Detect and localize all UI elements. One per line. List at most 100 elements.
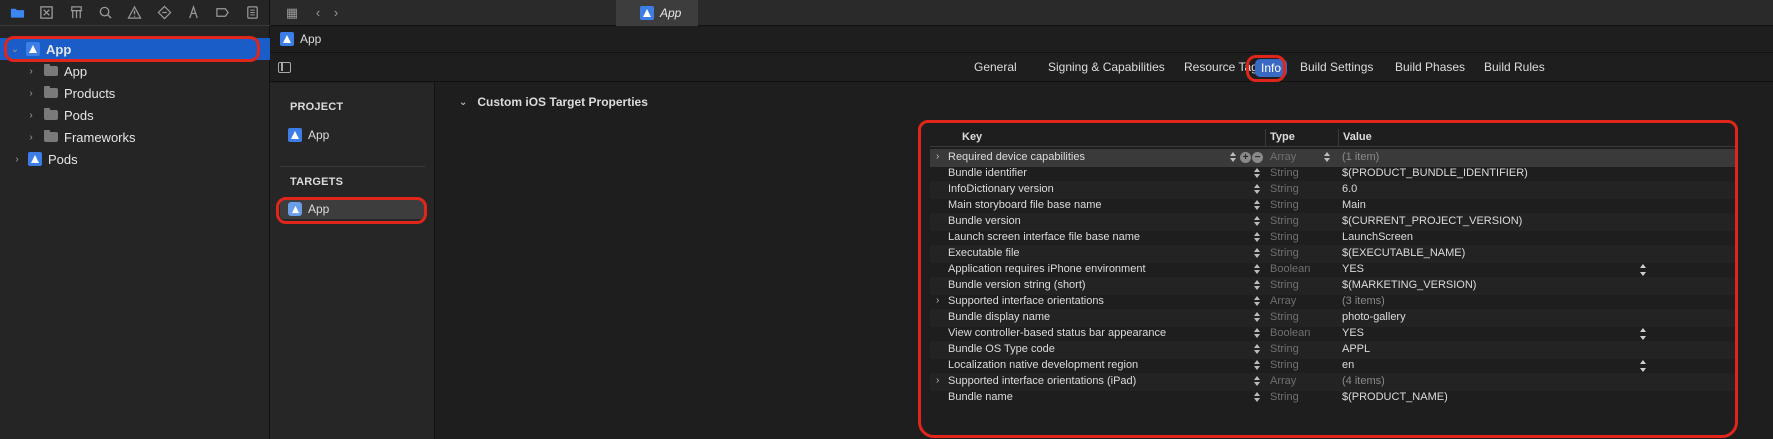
chevron-right-icon[interactable]: › [26,88,36,99]
folder-icon[interactable] [6,3,29,23]
key-popup-stepper-icon[interactable] [1253,215,1261,227]
section-custom-ios-target-properties[interactable]: ⌄ Custom iOS Target Properties [459,95,648,109]
row-key[interactable]: Localization native development region [948,359,1138,371]
column-header-type[interactable]: Type [1270,131,1295,143]
row-value[interactable]: APPL [1342,343,1370,355]
chevron-right-icon[interactable]: › [26,66,36,77]
row-key[interactable]: InfoDictionary version [948,183,1054,195]
row-type[interactable]: Array [1270,295,1296,307]
tree-item-pods-folder[interactable]: › Pods [0,104,270,126]
breadcrumb[interactable]: App [270,26,1773,53]
tree-item-frameworks-folder[interactable]: › Frameworks [0,126,270,148]
row-value[interactable]: $(PRODUCT_NAME) [1342,391,1448,403]
key-popup-stepper-icon[interactable] [1253,295,1261,307]
key-popup-stepper-icon[interactable] [1253,183,1261,195]
row-type[interactable]: String [1270,199,1299,211]
tab-resource-tags[interactable]: Resource Tags [1184,60,1264,76]
key-popup-stepper-icon[interactable] [1253,311,1261,323]
row-value[interactable]: YES [1342,327,1364,339]
row-key[interactable]: Application requires iPhone environment [948,263,1146,275]
tab-build-settings[interactable]: Build Settings [1300,60,1373,76]
tab-info[interactable]: Info [1255,59,1288,77]
row-type[interactable]: Boolean [1270,327,1310,339]
tab-signing-capabilities[interactable]: Signing & Capabilities [1048,60,1165,76]
debug-icon[interactable] [182,3,205,23]
key-popup-stepper-icon[interactable] [1253,167,1261,179]
row-key[interactable]: Bundle identifier [948,167,1027,179]
tree-item-products-folder[interactable]: › Products [0,82,270,104]
warning-icon[interactable] [123,3,146,23]
column-header-key[interactable]: Key [962,131,982,143]
grid-icon[interactable]: ▦ [284,5,300,21]
project-item-app[interactable]: App [280,125,425,145]
key-popup-stepper-icon[interactable] [1229,151,1237,163]
source-control-icon[interactable] [35,3,58,23]
column-divider[interactable] [1265,129,1266,147]
row-type[interactable]: String [1270,183,1299,195]
row-key[interactable]: Bundle version string (short) [948,279,1086,291]
chevron-down-icon[interactable]: ⌄ [10,44,20,55]
row-type[interactable]: String [1270,391,1299,403]
row-key[interactable]: Supported interface orientations (iPad) [948,375,1136,387]
tree-item-app-project[interactable]: ⌄ App [0,38,270,60]
row-key[interactable]: Supported interface orientations [948,295,1104,307]
key-popup-stepper-icon[interactable] [1253,279,1261,291]
row-type[interactable]: String [1270,343,1299,355]
key-popup-stepper-icon[interactable] [1253,199,1261,211]
column-header-value[interactable]: Value [1343,131,1372,143]
sidebar-toggle-icon[interactable] [278,62,291,73]
chevron-right-icon[interactable]: › [936,295,939,306]
chevron-right-icon[interactable]: › [26,132,36,143]
row-key[interactable]: Required device capabilities [948,151,1085,163]
tab-build-phases[interactable]: Build Phases [1395,60,1465,76]
row-value[interactable]: en [1342,359,1354,371]
row-value[interactable]: photo-gallery [1342,311,1406,323]
value-popup-stepper-icon[interactable] [1639,360,1647,372]
key-popup-stepper-icon[interactable] [1253,375,1261,387]
row-type[interactable]: String [1270,231,1299,243]
tab-build-rules[interactable]: Build Rules [1484,60,1545,76]
row-type[interactable]: String [1270,215,1299,227]
search-icon[interactable] [94,3,117,23]
row-value[interactable]: $(PRODUCT_BUNDLE_IDENTIFIER) [1342,167,1528,179]
report-icon[interactable] [241,3,264,23]
row-key[interactable]: Bundle name [948,391,1013,403]
hierarchy-icon[interactable] [65,3,88,23]
key-popup-stepper-icon[interactable] [1253,263,1261,275]
row-value[interactable]: YES [1342,263,1364,275]
row-type[interactable]: String [1270,359,1299,371]
row-value[interactable]: $(EXECUTABLE_NAME) [1342,247,1465,259]
key-popup-stepper-icon[interactable] [1253,247,1261,259]
tree-item-pods-project[interactable]: › Pods [0,148,270,170]
row-value[interactable]: 6.0 [1342,183,1357,195]
row-key[interactable]: Executable file [948,247,1020,259]
row-key[interactable]: Bundle OS Type code [948,343,1055,355]
row-type[interactable]: String [1270,311,1299,323]
value-popup-stepper-icon[interactable] [1639,328,1647,340]
key-popup-stepper-icon[interactable] [1253,391,1261,403]
row-type[interactable]: Array [1270,151,1296,163]
row-value[interactable]: $(CURRENT_PROJECT_VERSION) [1342,215,1522,227]
tests-icon[interactable] [153,3,176,23]
tab-app[interactable]: App [616,0,698,26]
row-value[interactable]: Main [1342,199,1366,211]
row-type[interactable]: String [1270,167,1299,179]
forward-arrow-icon[interactable]: › [328,5,344,21]
chevron-down-icon[interactable]: ⌄ [459,97,467,108]
chevron-right-icon[interactable]: › [936,375,939,386]
key-popup-stepper-icon[interactable] [1253,343,1261,355]
chevron-right-icon[interactable]: › [26,110,36,121]
tab-general[interactable]: General [974,60,1017,76]
row-key[interactable]: Bundle display name [948,311,1050,323]
chevron-right-icon[interactable]: › [936,151,939,162]
back-arrow-icon[interactable]: ‹ [310,5,326,21]
row-type[interactable]: String [1270,247,1299,259]
key-popup-stepper-icon[interactable] [1253,327,1261,339]
row-key[interactable]: Main storyboard file base name [948,199,1101,211]
table-row[interactable]: Bundle name String $(PRODUCT_NAME) [930,389,1735,407]
row-key[interactable]: Bundle version [948,215,1021,227]
tree-item-app-folder[interactable]: › App [0,60,270,82]
row-value[interactable]: LaunchScreen [1342,231,1413,243]
remove-row-icon[interactable]: − [1252,152,1263,163]
column-divider[interactable] [1338,129,1339,147]
